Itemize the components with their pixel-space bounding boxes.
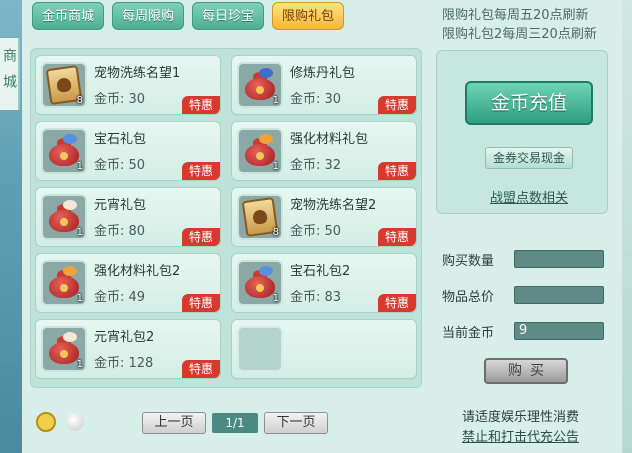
tab-bar: 金币商城 每周限购 每日珍宝 限购礼包 [32,2,345,30]
item-icon-box: 1 [41,260,87,306]
item-card[interactable]: 8 宠物洗练名望2 金币: 50 特惠 [231,187,417,247]
item-price: 金币: 30 [290,92,342,107]
current-gold-label: 当前金币 [442,326,495,341]
tab-gold-shop[interactable]: 金币商城 [32,2,105,30]
special-offer-badge: 特惠 [182,228,220,246]
special-offer-badge: 特惠 [378,294,416,312]
magnifier-coin-icon[interactable] [36,412,56,432]
item-grid: 8 宠物洗练名望1 金币: 30 特惠 1 修炼丹礼包 金币: 30 特惠 1 … [30,48,422,388]
item-count: 1 [272,95,279,106]
current-gold-field: 9 [514,322,604,340]
item-name: 宠物洗练名望1 [94,66,181,81]
item-name: 宝石礼包2 [290,264,351,279]
item-card[interactable]: 1 修炼丹礼包 金币: 30 特惠 [231,55,417,115]
item-card[interactable]: 1 强化材料礼包2 金币: 49 特惠 [35,253,221,313]
moderate-play-notice: 请适度娱乐理性消费 [462,410,580,425]
item-price: 金币: 50 [290,224,342,239]
tab-limited-gift[interactable]: 限购礼包 [272,2,345,30]
special-offer-badge: 特惠 [378,228,416,246]
item-icon-box: 1 [41,194,87,240]
item-name: 元宵礼包2 [94,330,155,345]
special-offer-badge: 特惠 [182,294,220,312]
item-count: 8 [272,227,279,238]
item-price: 金币: 83 [290,290,342,305]
special-offer-badge: 特惠 [378,162,416,180]
item-name: 强化材料礼包 [290,132,369,147]
special-offer-badge: 特惠 [182,162,220,180]
pearl-icon[interactable] [66,413,84,431]
anti-fraud-notice-link[interactable]: 禁止和打击代充公告 [462,426,579,445]
item-icon-box: 1 [237,260,283,306]
next-page-button[interactable]: 下一页 [264,412,328,434]
item-price: 金币: 49 [94,290,146,305]
item-count: 1 [76,359,83,370]
item-icon-box: 1 [41,326,87,372]
item-icon-box: 8 [41,62,87,108]
item-card[interactable]: 1 强化材料礼包 金币: 32 特惠 [231,121,417,181]
item-count: 8 [76,95,83,106]
item-price: 金币: 80 [94,224,146,239]
special-offer-badge: 特惠 [182,96,220,114]
item-icon-box: 1 [237,128,283,174]
alliance-points-link[interactable]: 战盟点数相关 [485,187,573,206]
item-card[interactable]: 1 元宵礼包2 金币: 128 特惠 [35,319,221,379]
item-price: 金币: 32 [290,158,342,173]
total-price-label: 物品总价 [442,290,495,305]
item-price: 金币: 128 [94,356,154,371]
item-icon-box: 1 [41,128,87,174]
empty-slot [237,326,283,372]
refresh-note: 限购礼包每周五20点刷新 限购礼包2每周三20点刷新 [442,6,622,44]
quantity-input[interactable] [514,250,604,268]
quantity-label: 购买数量 [442,254,495,269]
tab-daily-treasure[interactable]: 每日珍宝 [192,2,265,30]
item-count: 1 [76,293,83,304]
item-card[interactable]: 1 宝石礼包 金币: 50 特惠 [35,121,221,181]
total-price-field [514,286,604,304]
item-name: 宝石礼包 [94,132,147,147]
refresh-note-line-2: 限购礼包2每周三20点刷新 [442,27,597,42]
item-name: 强化材料礼包2 [94,264,181,279]
item-count: 1 [272,161,279,172]
item-price: 金币: 30 [94,92,146,107]
gold-recharge-button[interactable]: 金币充值 [465,81,593,125]
buy-button[interactable]: 购买 [484,358,568,384]
special-offer-badge: 特惠 [378,96,416,114]
item-card[interactable]: 1 元宵礼包 金币: 80 特惠 [35,187,221,247]
item-card[interactable]: 1 宝石礼包2 金币: 83 特惠 [231,253,417,313]
refresh-note-line-1: 限购礼包每周五20点刷新 [442,8,589,23]
item-card[interactable]: 8 宠物洗练名望1 金币: 30 特惠 [35,55,221,115]
item-icon-box: 8 [237,194,283,240]
item-count: 1 [76,161,83,172]
prev-page-button[interactable]: 上一页 [142,412,206,434]
tab-weekly-limit[interactable]: 每周限购 [112,2,185,30]
paw-icon [56,77,72,93]
item-price: 金币: 50 [94,158,146,173]
item-count: 1 [272,293,279,304]
item-card-empty [231,319,417,379]
shop-window: 金币商城 每周限购 每日珍宝 限购礼包 限购礼包每周五20点刷新 限购礼包2每周… [22,0,622,453]
item-name: 修炼丹礼包 [290,66,356,81]
item-icon-box: 1 [237,62,283,108]
recharge-panel: 金币充值 金券交易现金 战盟点数相关 [436,50,608,214]
special-offer-badge: 特惠 [182,360,220,378]
shop-side-tab[interactable]: 商城 [0,38,20,110]
paw-icon [252,209,268,225]
item-count: 1 [76,227,83,238]
page-indicator: 1/1 [212,413,258,433]
item-name: 宠物洗练名望2 [290,198,377,213]
item-name: 元宵礼包 [94,198,147,213]
voucher-exchange-button[interactable]: 金券交易现金 [485,147,573,169]
